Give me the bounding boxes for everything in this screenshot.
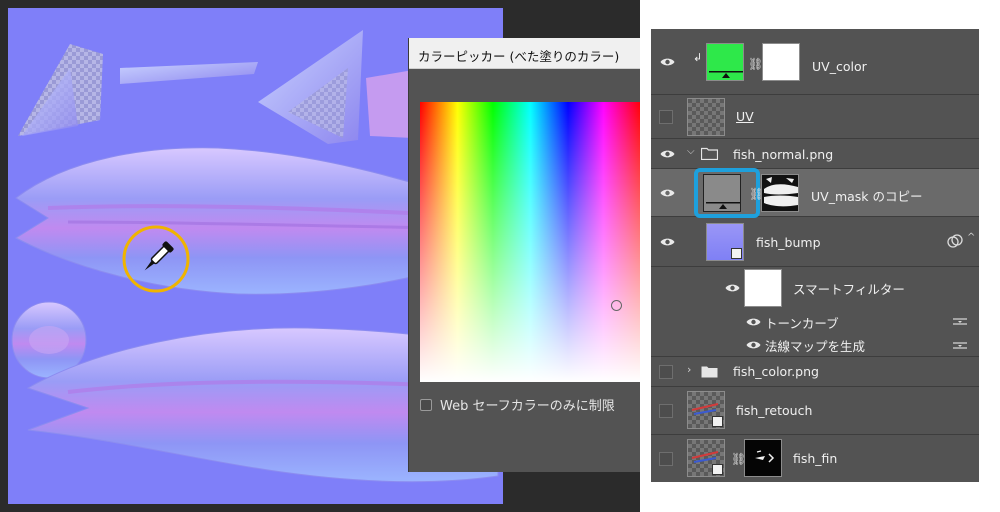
layer-row-fish-retouch[interactable]: fish_retouch: [651, 387, 979, 435]
color-picker-titlebar[interactable]: カラーピッカー (べた塗りのカラー): [409, 38, 640, 69]
layer-mask-fish-fin[interactable]: [744, 439, 782, 477]
layer-thumbnail-uv-color[interactable]: [706, 43, 744, 81]
folder-icon: [701, 366, 718, 378]
layer-name-uv-color[interactable]: UV_color: [812, 59, 867, 74]
filter-name-normal-map[interactable]: 法線マップを生成: [765, 336, 865, 355]
visibility-toggle-empty[interactable]: [659, 365, 673, 379]
visibility-toggle-empty[interactable]: [659, 404, 673, 418]
web-safe-label: Web セーフカラーのみに制限: [440, 399, 615, 414]
fin-piece-2: [120, 62, 258, 84]
smart-filter-mask[interactable]: [744, 269, 782, 307]
group-name-fish-normal[interactable]: fish_normal.png: [733, 147, 833, 162]
layer-row-uv-color[interactable]: ↲ ⛓ UV_color: [651, 29, 979, 95]
web-safe-checkbox[interactable]: [420, 398, 432, 411]
web-safe-option[interactable]: Web セーフカラーのみに制限: [420, 395, 615, 414]
eye-icon[interactable]: [746, 317, 761, 327]
layer-mask-uv-color[interactable]: [762, 43, 800, 81]
smart-object-badge-icon: [731, 248, 742, 259]
folder-icon: [701, 147, 718, 160]
filter-row-normal-map[interactable]: 法線マップを生成: [651, 333, 979, 357]
visibility-toggle-empty[interactable]: [659, 452, 673, 466]
eye-icon[interactable]: [746, 340, 761, 350]
layer-name-fish-bump[interactable]: fish_bump: [756, 235, 821, 250]
layer-row-uv-mask-copy[interactable]: ⛓ UV_mask のコピー: [651, 168, 979, 218]
visibility-toggle-empty[interactable]: [659, 110, 673, 124]
eye-icon[interactable]: [660, 188, 675, 198]
smart-filter-header[interactable]: スマートフィルター: [651, 267, 979, 309]
layer-thumbnail-uv[interactable]: [687, 98, 725, 136]
chevron-up-icon[interactable]: ^: [967, 232, 975, 243]
eye-icon[interactable]: [725, 283, 740, 293]
chevron-right-icon[interactable]: ›: [687, 363, 691, 376]
layer-mask-uv-mask-copy[interactable]: [761, 174, 799, 212]
saturation-gradient: [420, 102, 640, 382]
layer-name-uv-mask-copy[interactable]: UV_mask のコピー: [811, 186, 923, 205]
layer-thumbnail-fish-fin[interactable]: [687, 439, 725, 477]
layer-row-uv[interactable]: UV: [651, 95, 979, 139]
layer-group-fish-color[interactable]: › fish_color.png: [651, 357, 979, 387]
layers-panel: ↲ ⛓ UV_color UV ⌵ fish_normal.png ⛓ UV_m…: [651, 29, 979, 482]
layer-group-fish-normal[interactable]: ⌵ fish_normal.png: [651, 139, 979, 169]
color-picker-dialog[interactable]: カラーピッカー (べた塗りのカラー) Web セーフカラーのみに制限: [408, 38, 640, 472]
color-spectrum-field[interactable]: [420, 102, 640, 382]
layer-name-uv[interactable]: UV: [736, 109, 754, 124]
screenshot-root: カラーピッカー (べた塗りのカラー) Web セーフカラーのみに制限 ↲ ⛓ U: [0, 0, 1000, 512]
clip-arrow-icon: ↲: [693, 51, 703, 64]
layer-name-fish-retouch[interactable]: fish_retouch: [736, 403, 812, 418]
eye-icon[interactable]: [660, 149, 675, 159]
filter-row-tone-curve[interactable]: トーンカーブ: [651, 311, 979, 333]
color-sample-marker[interactable]: [611, 300, 622, 311]
smart-object-badge-icon: [712, 416, 723, 427]
layer-thumbnail-fish-bump[interactable]: [706, 223, 744, 261]
color-picker-title: カラーピッカー (べた塗りのカラー): [418, 49, 620, 64]
fin-piece-4: [366, 70, 413, 138]
smart-object-badge-icon: [712, 464, 723, 475]
layer-thumbnail-uv-mask-copy[interactable]: [703, 174, 741, 212]
fin-piece-3: [258, 30, 363, 144]
eye-icon[interactable]: [660, 57, 675, 67]
link-chain-icon[interactable]: ⛓: [748, 57, 763, 71]
smart-filter-label: スマートフィルター: [793, 282, 905, 297]
chevron-down-icon[interactable]: ⌵: [687, 146, 695, 157]
layer-name-fish-fin[interactable]: fish_fin: [793, 451, 837, 466]
layer-row-fish-bump[interactable]: fish_bump ^: [651, 217, 979, 267]
eye-icon[interactable]: [660, 237, 675, 247]
filter-name-tone-curve[interactable]: トーンカーブ: [765, 313, 839, 332]
filter-options-icon[interactable]: [953, 341, 967, 350]
group-name-fish-color[interactable]: fish_color.png: [733, 364, 819, 379]
document-canvas-area[interactable]: カラーピッカー (べた塗りのカラー) Web セーフカラーのみに制限: [0, 0, 640, 512]
filter-options-icon[interactable]: [953, 317, 967, 326]
smart-filter-icon[interactable]: [947, 234, 963, 248]
layer-thumbnail-fish-retouch[interactable]: [687, 391, 725, 429]
layer-row-fish-fin[interactable]: ⛓ fish_fin: [651, 435, 979, 482]
